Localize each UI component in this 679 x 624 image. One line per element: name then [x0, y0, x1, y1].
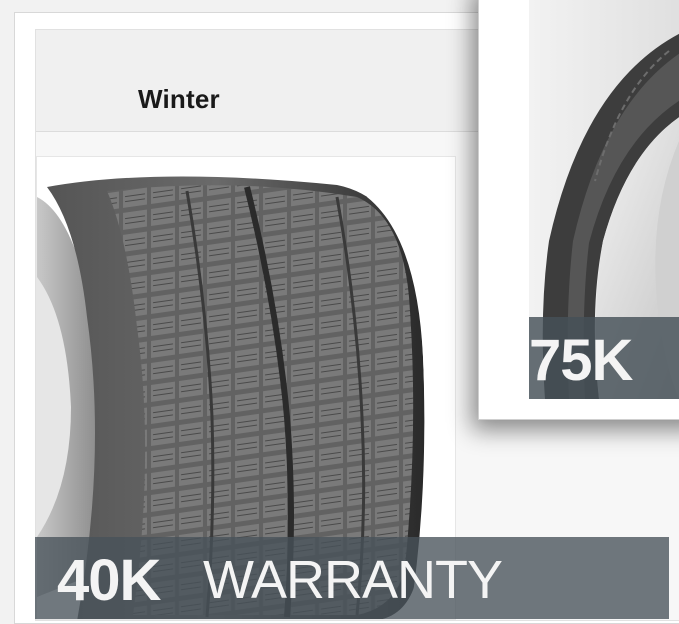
- overlay-tire-card[interactable]: 75K: [478, 0, 679, 420]
- warranty-amount: 40K: [57, 548, 161, 613]
- tire-comparison-view: Winter 40K WARRANTY 75K: [0, 0, 679, 624]
- overlay-warranty-amount: 75K: [529, 328, 633, 393]
- tire-category-title: Winter: [138, 84, 220, 114]
- warranty-label: WARRANTY: [203, 550, 503, 610]
- warranty-banner: 40K WARRANTY: [35, 537, 669, 619]
- overlay-warranty-banner: 75K: [529, 317, 679, 399]
